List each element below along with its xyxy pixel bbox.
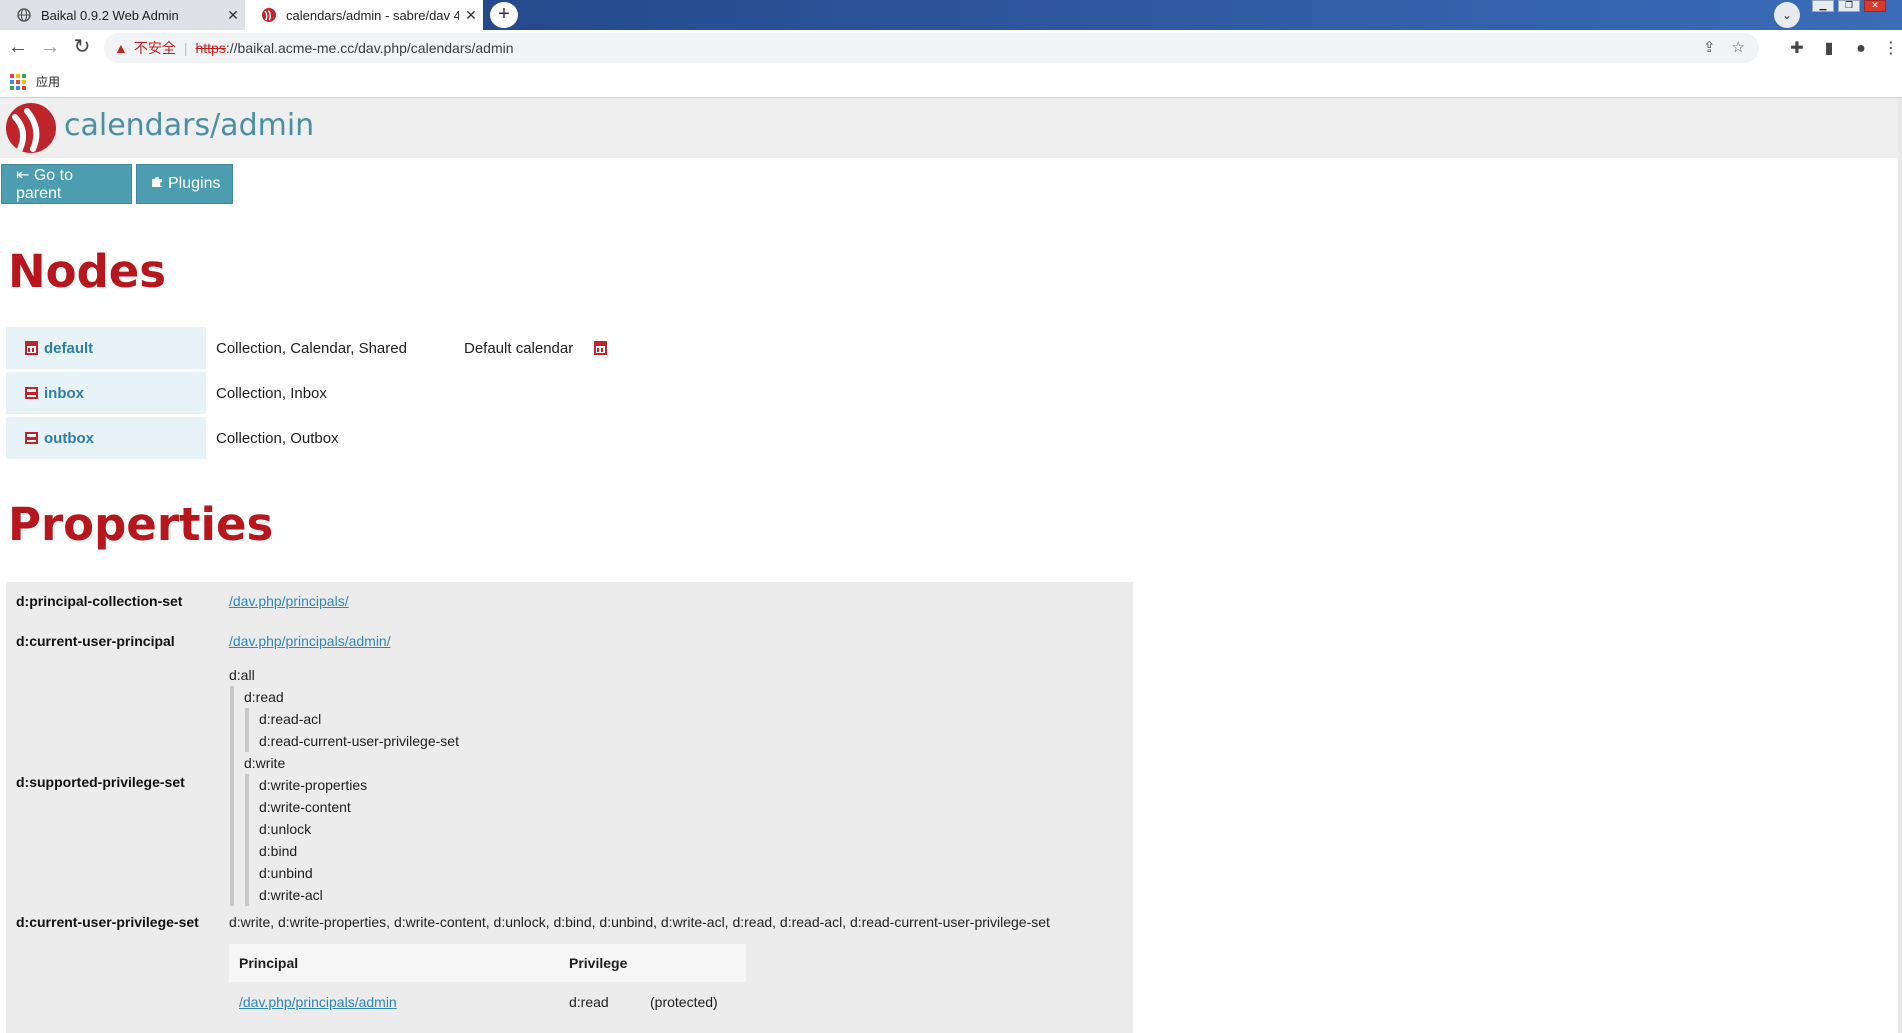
browser-toolbar: ← → ↻ ▲ 不安全 | https ://baikal.acme-me.cc… — [0, 30, 1902, 66]
url-scheme: https — [195, 40, 226, 56]
acl-protected-note: (protected) — [650, 994, 718, 1010]
page-header: calendars/admin — [0, 98, 1902, 158]
privilege-item: d:unbind — [259, 865, 313, 881]
puzzle-icon — [151, 175, 164, 193]
properties-heading: Properties — [8, 498, 274, 551]
tab-title: Baikal 0.9.2 Web Admin — [41, 7, 179, 23]
privilege-item: d:unlock — [259, 821, 312, 837]
close-tab-icon[interactable]: ✕ — [459, 7, 483, 24]
security-warning[interactable]: ▲ 不安全 — [114, 38, 176, 58]
principal-collection-link[interactable]: /dav.php/principals/ — [229, 593, 349, 609]
restore-button[interactable]: ❐ — [1838, 0, 1860, 12]
property-key: d:supported-privilege-set — [16, 774, 185, 790]
calendar-icon — [594, 341, 607, 355]
privilege-item: d:write-properties — [259, 777, 368, 793]
close-window-button[interactable]: ✕ — [1864, 0, 1886, 12]
properties-table: d:principal-collection-set /dav.php/prin… — [6, 582, 1133, 1033]
globe-icon — [16, 7, 32, 23]
side-panel-icon[interactable]: ▮ — [1818, 38, 1840, 60]
acl-header-principal: Principal — [239, 955, 299, 971]
node-type: Collection, Inbox — [216, 384, 327, 402]
privilege-group: d:read d:read-acl d:read-current-user-pr… — [230, 686, 459, 906]
acl-row: /dav.php/principals/admin d:read (protec… — [229, 982, 746, 1022]
privilege-item: d:read-acl — [259, 711, 322, 727]
node-type: Collection, Calendar, Shared — [216, 339, 407, 357]
plugins-label: Plugins — [168, 175, 221, 192]
share-icon[interactable]: ⇪ — [1703, 38, 1716, 56]
node-link-outbox[interactable]: outbox — [6, 417, 206, 459]
address-bar[interactable]: ▲ 不安全 | https ://baikal.acme-me.cc/dav.p… — [104, 33, 1759, 63]
minimize-button[interactable]: ▁ — [1812, 0, 1834, 12]
new-tab-button[interactable]: + — [490, 2, 518, 28]
privilege-group: d:read-acl d:read-current-user-privilege… — [245, 708, 459, 752]
browser-tab-bar: Baikal 0.9.2 Web Admin ✕ calendars/admin… — [0, 0, 1902, 30]
url-separator: | — [183, 40, 188, 56]
page-title: calendars/admin — [64, 108, 315, 143]
node-row: outbox Collection, Outbox — [6, 417, 613, 462]
node-description: Default calendar — [464, 339, 574, 357]
property-value: /dav.php/principals/ — [229, 593, 349, 609]
privilege-item: d:all — [229, 667, 255, 683]
plugins-button[interactable]: Plugins — [136, 164, 233, 204]
acl-header-privilege: Privilege — [569, 955, 628, 971]
node-link-inbox[interactable]: inbox — [6, 372, 206, 414]
property-value: /dav.php/principals/admin/ — [229, 633, 391, 649]
acl-privilege: d:read — [569, 994, 609, 1010]
url-text: ://baikal.acme-me.cc/dav.php/calendars/a… — [225, 40, 514, 56]
node-type: Collection, Outbox — [216, 429, 339, 447]
sabredav-logo-icon — [6, 103, 56, 153]
bookmark-apps-label[interactable]: 应用 — [36, 73, 60, 90]
forward-icon[interactable]: → — [38, 36, 62, 60]
privilege-item: d:bind — [259, 843, 298, 859]
extensions-icon[interactable]: ✚ — [1786, 38, 1808, 60]
security-label: 不安全 — [133, 40, 176, 56]
node-extra — [594, 327, 613, 369]
property-key: d:current-user-privilege-set — [16, 914, 199, 930]
node-row: inbox Collection, Inbox — [6, 372, 613, 417]
privilege-item: d:read — [244, 689, 284, 705]
privilege-group: d:write-properties d:write-content d:unl… — [245, 774, 459, 906]
menu-icon[interactable]: ⋮ — [1880, 38, 1902, 60]
current-user-privilege-value: d:write, d:write-properties, d:write-con… — [229, 914, 1050, 930]
reload-icon[interactable]: ↻ — [70, 36, 94, 60]
privilege-item: d:read-current-user-privilege-set — [259, 733, 459, 749]
privilege-item: d:write-acl — [259, 887, 323, 903]
sabredav-favicon-icon — [261, 7, 277, 23]
current-user-principal-link[interactable]: /dav.php/principals/admin/ — [229, 633, 391, 649]
node-name: default — [44, 339, 94, 357]
outbox-icon — [25, 432, 38, 444]
acl-header-row: Principal Privilege — [229, 944, 746, 982]
tab-title: calendars/admin - sabre/dav 4 — [286, 7, 459, 23]
node-link-default[interactable]: default — [6, 327, 206, 369]
tab-baikal-admin[interactable]: Baikal 0.9.2 Web Admin ✕ — [0, 0, 245, 30]
node-row: default Collection, Calendar, Shared Def… — [6, 327, 613, 372]
bookmark-star-icon[interactable]: ☆ — [1732, 38, 1745, 56]
acl-principal-link[interactable]: /dav.php/principals/admin — [239, 994, 397, 1010]
acl-principal-cell: /dav.php/principals/admin — [229, 994, 569, 1010]
nodes-heading: Nodes — [8, 245, 167, 298]
page-scrollbar[interactable] — [1898, 98, 1902, 1033]
property-key: d:principal-collection-set — [16, 593, 183, 609]
profile-icon[interactable]: ● — [1850, 38, 1872, 60]
calendar-icon — [25, 341, 38, 355]
inbox-icon — [25, 387, 38, 399]
node-name: outbox — [44, 429, 94, 447]
tab-calendars-admin[interactable]: calendars/admin - sabre/dav 4 ✕ — [245, 0, 483, 30]
warning-icon: ▲ — [114, 40, 128, 56]
privilege-item: d:write-content — [259, 799, 351, 815]
bookmarks-bar: 应用 — [0, 66, 1902, 98]
privilege-item: d:write — [244, 755, 286, 771]
back-icon[interactable]: ← — [6, 36, 30, 60]
nodes-table: default Collection, Calendar, Shared Def… — [6, 327, 613, 462]
acl-table: Principal Privilege /dav.php/principals/… — [229, 944, 746, 1022]
apps-grid-icon[interactable] — [10, 73, 26, 90]
privilege-tree: d:all d:read d:read-acl d:read-current-u… — [229, 664, 459, 906]
close-tab-icon[interactable]: ✕ — [221, 7, 245, 24]
go-to-parent-button[interactable]: ⇤ Go to parent — [1, 164, 132, 204]
property-key: d:current-user-principal — [16, 633, 175, 649]
node-name: inbox — [44, 384, 84, 402]
tab-search-button[interactable]: ⌄ — [1774, 2, 1800, 28]
